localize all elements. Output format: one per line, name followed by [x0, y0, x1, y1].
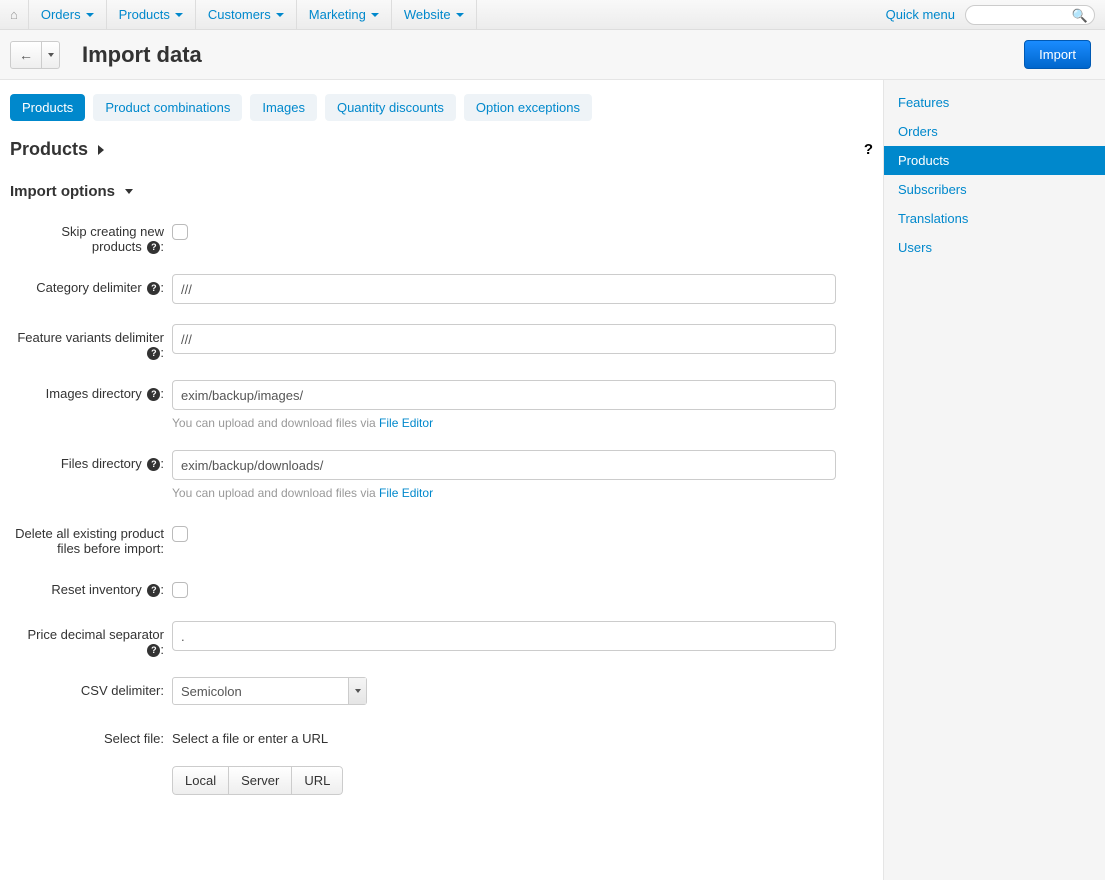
label-skip-new: Skip creating new products ?:: [10, 218, 172, 254]
label-images-dir: Images directory ?:: [10, 380, 172, 401]
nav-orders[interactable]: Orders: [29, 0, 107, 29]
label-select-file: Select file:: [10, 725, 172, 746]
help-icon[interactable]: ?: [147, 644, 160, 657]
back-button[interactable]: ←: [10, 41, 42, 69]
caret-down-icon: [355, 689, 361, 693]
caret-icon: [371, 13, 379, 17]
sidebar-item-users[interactable]: Users: [884, 233, 1105, 262]
search-icon[interactable]: 🔍: [1072, 8, 1088, 24]
label-csv-delim: CSV delimiter:: [10, 677, 172, 698]
help-icon[interactable]: ?: [147, 241, 160, 254]
tabs: Products Product combinations Images Qua…: [10, 94, 873, 121]
checkbox-skip-new[interactable]: [172, 224, 188, 240]
caret-icon: [175, 13, 183, 17]
help-icon[interactable]: ?: [147, 458, 160, 471]
label-price-sep: Price decimal separator ?:: [10, 621, 172, 657]
caret-icon: [456, 13, 464, 17]
input-feat-delim[interactable]: [172, 324, 836, 354]
search-box: 🔍: [965, 5, 1095, 25]
nav-website[interactable]: Website: [392, 0, 477, 29]
nav-products[interactable]: Products: [107, 0, 196, 29]
label-reset-inventory: Reset inventory ?:: [10, 576, 172, 597]
page-header: ← Import data Import: [0, 30, 1105, 80]
label-feat-delim: Feature variants delimiter ?:: [10, 324, 172, 360]
nav-home[interactable]: ⌂: [0, 0, 29, 29]
hint-images-dir: You can upload and download files via Fi…: [172, 416, 836, 430]
select-csv-delim-value: Semicolon: [173, 678, 348, 704]
sidebar-item-orders[interactable]: Orders: [884, 117, 1105, 146]
chevron-right-icon[interactable]: [98, 145, 104, 155]
home-icon: ⌂: [10, 7, 18, 22]
checkbox-delete-files[interactable]: [172, 526, 188, 542]
section-title: Products: [10, 139, 88, 160]
btn-local[interactable]: Local: [172, 766, 229, 795]
subsection-header[interactable]: Import options: [10, 183, 873, 200]
sidebar-item-products[interactable]: Products: [884, 146, 1105, 175]
nav-marketing[interactable]: Marketing: [297, 0, 392, 29]
tab-images[interactable]: Images: [250, 94, 317, 121]
select-csv-delim[interactable]: Semicolon: [172, 677, 367, 705]
input-files-dir[interactable]: [172, 450, 836, 480]
label-files-dir: Files directory ?:: [10, 450, 172, 471]
top-nav: ⌂ Orders Products Customers Marketing We…: [0, 0, 1105, 30]
caret-icon: [276, 13, 284, 17]
input-images-dir[interactable]: [172, 380, 836, 410]
sidebar-item-features[interactable]: Features: [884, 88, 1105, 117]
back-dropdown[interactable]: [42, 41, 60, 69]
file-source-group: Local Server URL: [172, 766, 343, 795]
caret-down-icon: [48, 53, 54, 57]
input-price-sep[interactable]: [172, 621, 836, 651]
help-icon[interactable]: ?: [147, 388, 160, 401]
label-delete-files: Delete all existing product files before…: [10, 520, 172, 556]
tab-option-exceptions[interactable]: Option exceptions: [464, 94, 592, 121]
arrow-left-icon: ←: [19, 47, 33, 63]
help-icon[interactable]: ?: [147, 282, 160, 295]
sidebar-item-translations[interactable]: Translations: [884, 204, 1105, 233]
sidebar-item-subscribers[interactable]: Subscribers: [884, 175, 1105, 204]
nav-customers[interactable]: Customers: [196, 0, 297, 29]
help-icon[interactable]: ?: [147, 584, 160, 597]
subsection-title: Import options: [10, 183, 115, 200]
sidebar: Features Orders Products Subscribers Tra…: [883, 80, 1105, 880]
link-file-editor[interactable]: File Editor: [379, 486, 433, 500]
help-icon[interactable]: ?: [864, 141, 873, 158]
select-file-text: Select a file or enter a URL: [172, 725, 836, 746]
caret-icon: [86, 13, 94, 17]
tab-product-combinations[interactable]: Product combinations: [93, 94, 242, 121]
btn-url[interactable]: URL: [292, 766, 343, 795]
section-header: Products ?: [10, 139, 873, 161]
tab-products[interactable]: Products: [10, 94, 85, 121]
label-cat-delim: Category delimiter ?:: [10, 274, 172, 295]
import-button[interactable]: Import: [1024, 40, 1091, 69]
btn-server[interactable]: Server: [229, 766, 292, 795]
select-caret[interactable]: [348, 678, 366, 704]
tab-quantity-discounts[interactable]: Quantity discounts: [325, 94, 456, 121]
page-title: Import data: [82, 42, 202, 68]
hint-files-dir: You can upload and download files via Fi…: [172, 486, 836, 500]
caret-down-icon: [125, 189, 133, 194]
checkbox-reset-inventory[interactable]: [172, 582, 188, 598]
help-icon[interactable]: ?: [147, 347, 160, 360]
input-cat-delim[interactable]: [172, 274, 836, 304]
quick-menu[interactable]: Quick menu: [886, 7, 955, 22]
link-file-editor[interactable]: File Editor: [379, 416, 433, 430]
